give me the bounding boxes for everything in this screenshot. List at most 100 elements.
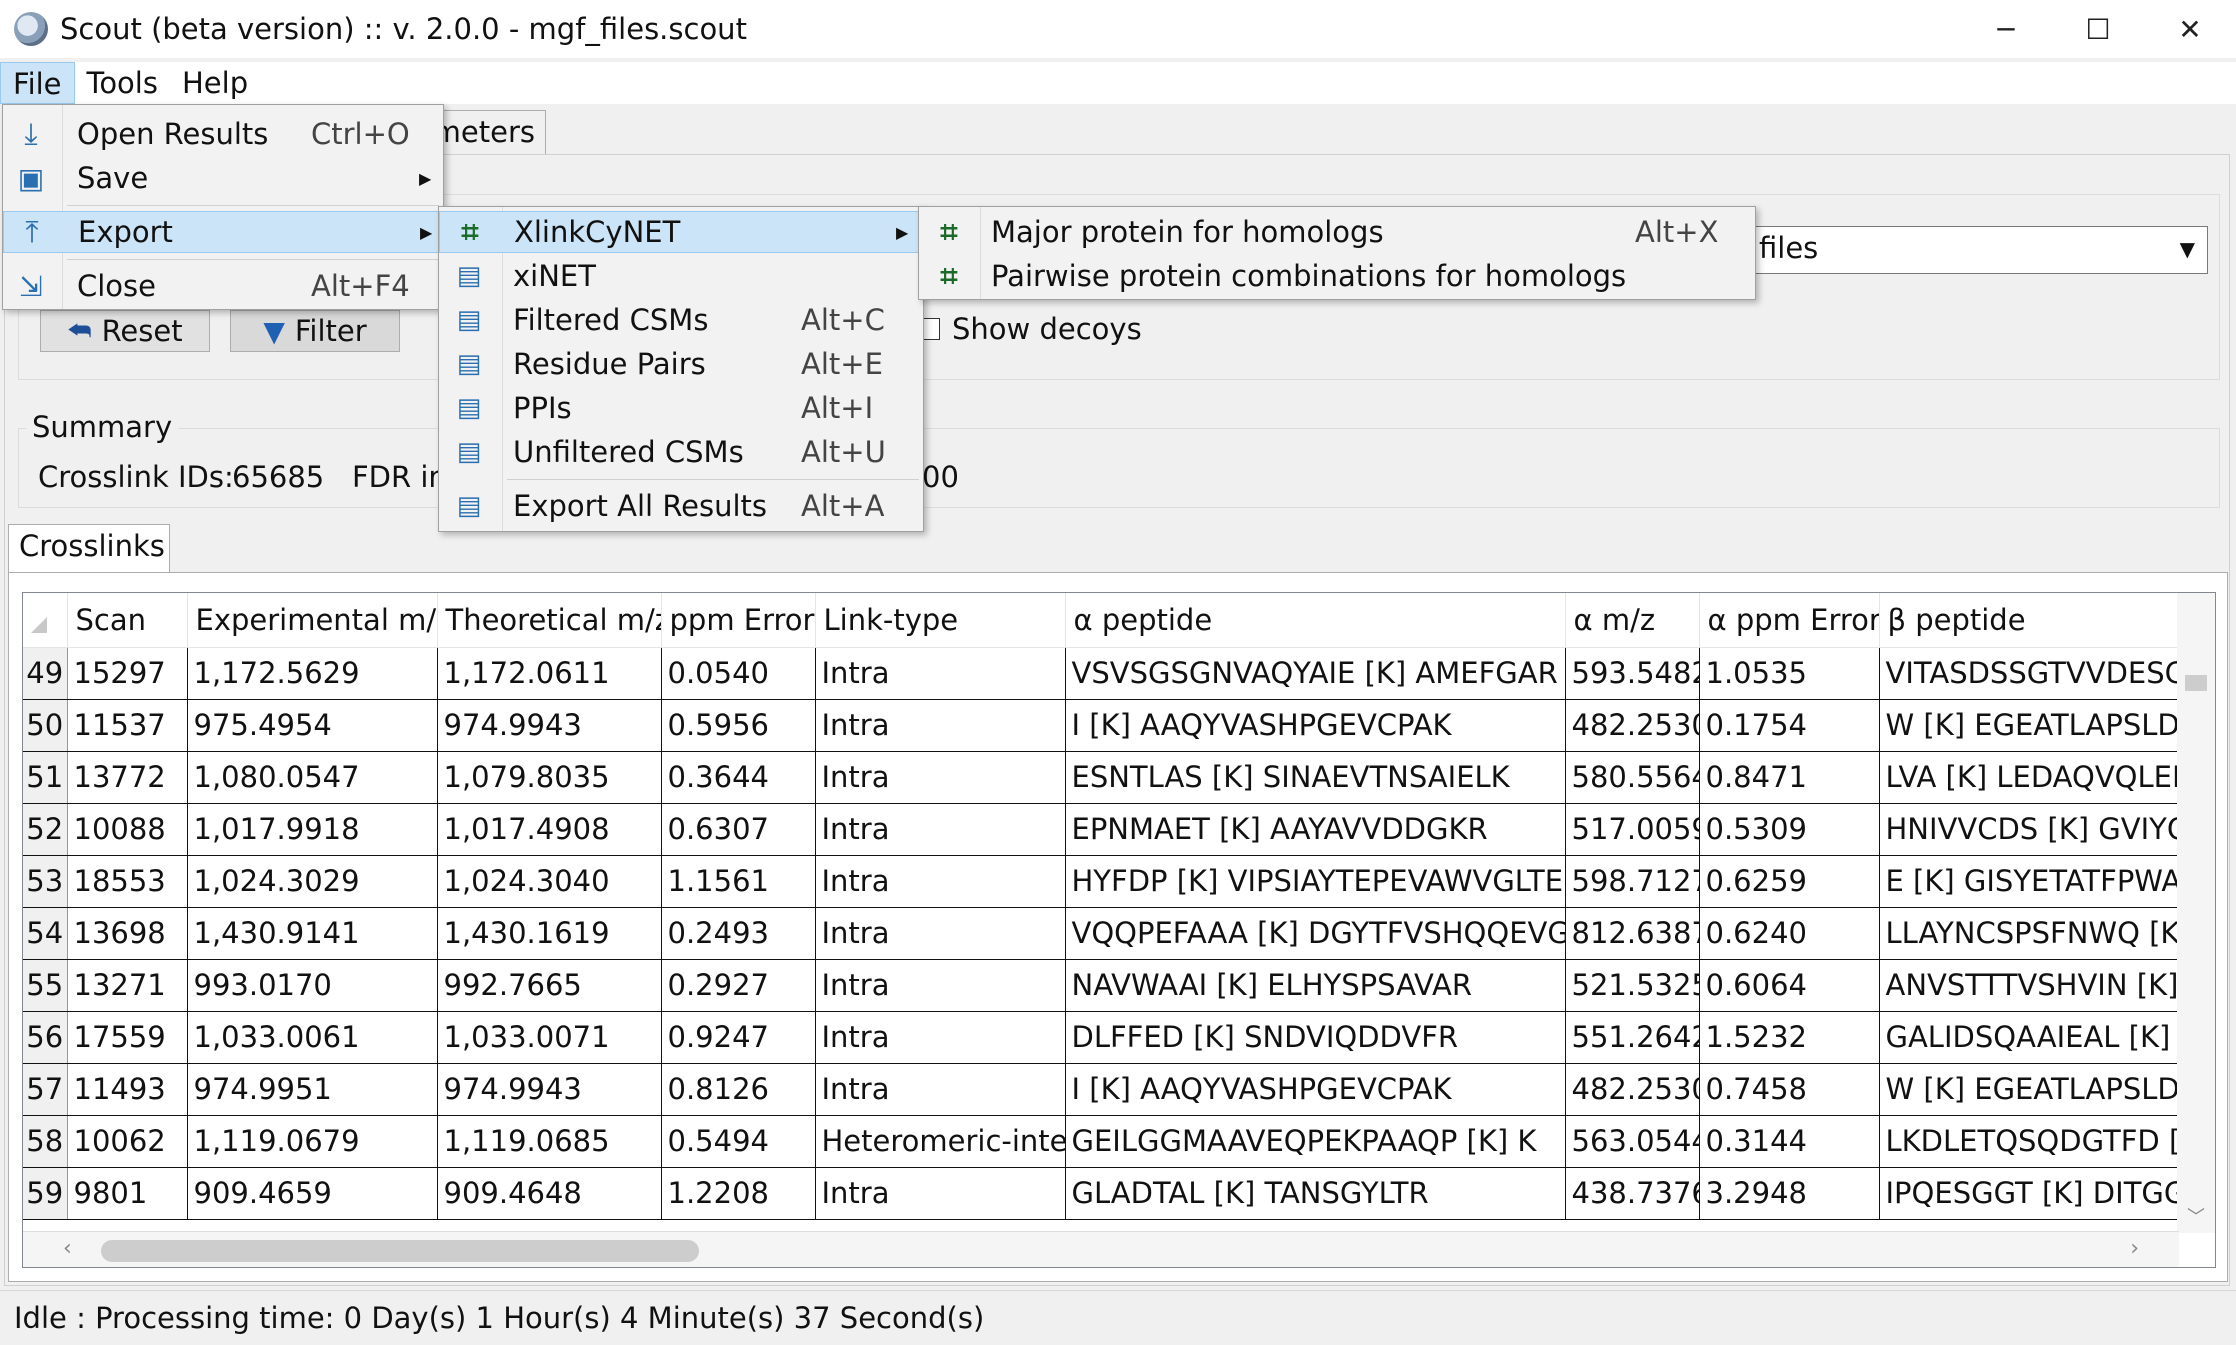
table-row[interactable]: 51 13772 1,080.0547 1,079.8035 0.3644 Intra ES… [23, 751, 2180, 804]
table-cell: 551.2642 [1565, 1011, 1700, 1064]
row-number[interactable]: 49 [23, 647, 68, 700]
menu-item-shortcut: Ctrl+O [311, 117, 410, 151]
column-header[interactable]: α peptide [1065, 593, 1566, 648]
row-number[interactable]: 53 [23, 855, 68, 908]
row-number[interactable]: 55 [23, 959, 68, 1012]
title-bar: Scout (beta version) :: v. 2.0.0 - mgf_f… [0, 0, 2236, 58]
tab-crosslinks[interactable]: Crosslinks [8, 524, 170, 574]
maximize-button[interactable]: ☐ [2052, 0, 2144, 58]
menu-item-close[interactable]: ⇲ Close Alt+F4 [3, 265, 443, 307]
file-select[interactable]: files ▼ [1748, 226, 2208, 274]
table-row[interactable]: 56 17559 1,033.0061 1,033.0071 0.9247 Intra DL… [23, 1011, 2180, 1064]
table-cell: 1,172.5629 [187, 647, 438, 700]
filter-button[interactable]: ▼ Filter [230, 310, 400, 352]
scroll-down-icon[interactable]: ﹀ [2187, 1203, 2205, 1229]
row-number[interactable]: 51 [23, 751, 68, 804]
menu-item-label: Close [77, 269, 156, 303]
table-cell: NAVWAAI [K] ELHYSPSAVAR [1065, 959, 1566, 1012]
column-header[interactable]: α ppm Error [1699, 593, 1880, 648]
table-cell: 563.0544 [1565, 1115, 1700, 1168]
menu-item-label: PPIs [513, 391, 572, 425]
table-row[interactable]: 49 15297 1,172.5629 1,172.0611 0.0540 Intra VS… [23, 647, 2180, 700]
menu-item-export-all[interactable]: ▤ Export All Results Alt+A [439, 485, 923, 527]
table-cell: HYFDP [K] VIPSIAYTEPEVAWVGLTEK [1065, 855, 1566, 908]
scroll-left-icon[interactable]: ‹ [63, 1236, 72, 1261]
menu-file[interactable]: File [0, 62, 75, 104]
row-number[interactable]: 52 [23, 803, 68, 856]
window-title: Scout (beta version) :: v. 2.0.0 - mgf_f… [60, 12, 747, 46]
table-row[interactable]: 53 18553 1,024.3029 1,024.3040 1.1561 Intra HY… [23, 855, 2180, 908]
menu-item-xinet[interactable]: ▤ xiNET [439, 255, 923, 297]
table-cell: 1.5232 [1699, 1011, 1880, 1064]
horizontal-scrollbar[interactable]: ‹ › [23, 1231, 2179, 1267]
table-cell: 1,017.4908 [437, 803, 662, 856]
document-icon: ▤ [456, 261, 482, 291]
table-cell: 0.3644 [661, 751, 816, 804]
menu-tools[interactable]: Tools [75, 62, 170, 104]
menu-item-xlinkcynet[interactable]: ⌗ XlinkCyNET ▶ [439, 211, 923, 253]
table-cell: 974.9943 [437, 699, 662, 752]
table-cell: 1,430.9141 [187, 907, 438, 960]
table-cell: 909.4659 [187, 1167, 438, 1220]
table-row[interactable]: 59 9801 909.4659 909.4648 1.2208 Intra GLADTAL… [23, 1167, 2180, 1220]
table-cell: VITASDSSGTVVDESGFT [1879, 647, 2180, 700]
column-header[interactable]: Link-type [815, 593, 1066, 648]
menu-item-label: xiNET [513, 259, 596, 293]
column-header[interactable]: Scan [67, 593, 188, 648]
row-number[interactable]: 59 [23, 1167, 68, 1220]
menu-item-open-results[interactable]: ⤓ Open Results Ctrl+O [3, 113, 443, 155]
table-cell: Intra [815, 959, 1066, 1012]
table-row[interactable]: 55 13271 993.0170 992.7665 0.2927 Intra NAVWAA… [23, 959, 2180, 1012]
table-row[interactable]: 54 13698 1,430.9141 1,430.1619 0.2493 Intra VQ… [23, 907, 2180, 960]
document-icon: ▤ [456, 491, 482, 521]
column-header[interactable]: Experimental m/z [187, 593, 438, 648]
row-number[interactable]: 58 [23, 1115, 68, 1168]
menu-item-pairwise-protein[interactable]: ⌗ Pairwise protein combinations for homo… [919, 255, 1755, 297]
table-row[interactable]: 52 10088 1,017.9918 1,017.4908 0.6307 Intra EP… [23, 803, 2180, 856]
scroll-right-icon[interactable]: › [2130, 1236, 2139, 1261]
horizontal-scroll-thumb[interactable] [101, 1240, 699, 1262]
menu-separator [67, 259, 439, 260]
minimize-button[interactable]: ─ [1960, 0, 2052, 58]
table-cell: Intra [815, 1167, 1066, 1220]
menu-item-major-protein[interactable]: ⌗ Major protein for homologs Alt+X [919, 211, 1755, 253]
column-header[interactable]: α m/z [1565, 593, 1700, 648]
menu-help[interactable]: Help [170, 62, 260, 104]
menu-item-filtered-csms[interactable]: ▤ Filtered CSMs Alt+C [439, 299, 923, 341]
crosslink-ids-label: Crosslink IDs: [38, 460, 234, 494]
column-header[interactable]: Theoretical m/z [437, 593, 662, 648]
table-cell: 0.1754 [1699, 699, 1880, 752]
table-cell: 0.8471 [1699, 751, 1880, 804]
menu-item-ppis[interactable]: ▤ PPIs Alt+I [439, 387, 923, 429]
table-cell: 974.9951 [187, 1063, 438, 1116]
reset-label: Reset [101, 314, 183, 348]
row-number[interactable]: 57 [23, 1063, 68, 1116]
table-cell: 0.0540 [661, 647, 816, 700]
menu-item-shortcut: Alt+C [801, 303, 885, 337]
table-cell: 1,079.8035 [437, 751, 662, 804]
fdr-label: FDR in [352, 460, 447, 494]
table-cell: 0.7458 [1699, 1063, 1880, 1116]
vertical-scrollbar[interactable]: ﹀ [2177, 593, 2215, 1233]
row-number[interactable]: 54 [23, 907, 68, 960]
menu-item-residue-pairs[interactable]: ▤ Residue Pairs Alt+E [439, 343, 923, 385]
table-cell: HNIVVCDS [K] GVIYQGR [1879, 803, 2180, 856]
summary-trailing-value: 00 [922, 460, 959, 494]
network-icon: ⌗ [461, 214, 479, 250]
table-cell: 1.0535 [1699, 647, 1880, 700]
reset-button[interactable]: ⮪ Reset [40, 310, 210, 352]
vertical-scroll-thumb[interactable] [2185, 675, 2207, 691]
table-row[interactable]: 57 11493 974.9951 974.9943 0.8126 Intra I [K] … [23, 1063, 2180, 1116]
menu-item-unfiltered-csms[interactable]: ▤ Unfiltered CSMs Alt+U [439, 431, 923, 473]
row-number[interactable]: 50 [23, 699, 68, 752]
table-row[interactable]: 50 11537 975.4954 974.9943 0.5956 Intra I [K] … [23, 699, 2180, 752]
select-all-corner[interactable] [23, 593, 68, 648]
row-number[interactable]: 56 [23, 1011, 68, 1064]
close-window-button[interactable]: ✕ [2144, 0, 2236, 58]
submenu-arrow-icon: ▶ [896, 222, 909, 242]
menu-item-save[interactable]: ▣ Save ▶ [3, 157, 443, 199]
table-row[interactable]: 58 10062 1,119.0679 1,119.0685 0.5494 Heterom… [23, 1115, 2180, 1168]
menu-item-export[interactable]: ⤒ Export ▶ [3, 211, 443, 253]
column-header[interactable]: β peptide [1879, 593, 2180, 648]
column-header[interactable]: ppm Error [661, 593, 816, 648]
